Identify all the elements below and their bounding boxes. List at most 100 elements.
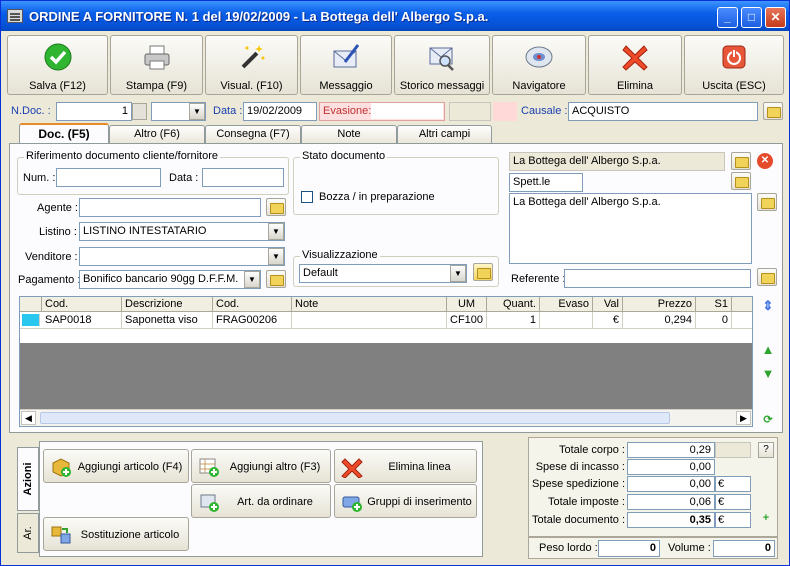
navigator-button[interactable]: Navigatore: [492, 35, 586, 95]
save-button[interactable]: Salva (F12): [7, 35, 108, 95]
cell-s1[interactable]: 0: [696, 312, 732, 329]
exit-button[interactable]: Uscita (ESC): [684, 35, 784, 95]
chevron-down-icon[interactable]: ▼: [268, 248, 284, 265]
spese-spedizione-value[interactable]: 0,00: [627, 476, 715, 492]
cell-evaso[interactable]: [540, 312, 593, 329]
insert-group-button[interactable]: Gruppi di inserimento: [334, 484, 477, 518]
listino-select[interactable]: LISTINO INTESTATARIO: [79, 222, 285, 241]
delete-line-button[interactable]: Elimina linea: [334, 449, 477, 483]
clear-red-x-icon[interactable]: ✕: [757, 153, 773, 169]
spese-incasso-value[interactable]: 0,00: [627, 459, 715, 475]
venditore-select[interactable]: [79, 247, 285, 266]
printer-icon: [144, 45, 169, 70]
add-article-button[interactable]: Aggiungi articolo (F4): [43, 449, 189, 483]
agente-input[interactable]: [79, 198, 261, 217]
cell-cod2[interactable]: FRAG00206: [213, 312, 292, 329]
row-selector[interactable]: [22, 314, 40, 326]
intestatario-address[interactable]: La Bottega dell' Albergo S.p.a.: [509, 193, 752, 264]
actions-panel: Azioni Ar. Aggiungi articolo (F4) Aggiun…: [17, 441, 483, 557]
scroll-right-icon[interactable]: ▶: [736, 411, 751, 425]
help-button[interactable]: ?: [758, 442, 774, 458]
table-row[interactable]: SAP0018 Saponetta viso FRAG00206 CF100 1…: [20, 312, 752, 329]
ndoc-spin-button[interactable]: [132, 103, 147, 120]
col-cod2[interactable]: Cod.: [213, 297, 292, 312]
add-other-button[interactable]: Aggiungi altro (F3): [191, 449, 331, 483]
save-label: Salva (F12): [29, 80, 86, 92]
cell-cod[interactable]: SAP0018: [42, 312, 122, 329]
col-um[interactable]: UM: [447, 297, 487, 312]
visualizzazione-folder-icon[interactable]: [473, 263, 493, 281]
move-updown-icon[interactable]: ⇕: [759, 297, 777, 315]
col-s1[interactable]: S1: [696, 297, 732, 312]
tab-doc[interactable]: Doc. (F5): [19, 123, 109, 145]
pagamento-folder-icon[interactable]: [266, 270, 286, 288]
rif-data-label: Data :: [169, 172, 199, 184]
address-folder-icon[interactable]: [757, 193, 777, 211]
delete-button[interactable]: Elimina: [588, 35, 682, 95]
cell-val[interactable]: €: [593, 312, 623, 329]
move-down-icon[interactable]: ▼: [759, 365, 777, 383]
tab-consegna[interactable]: Consegna (F7): [205, 125, 301, 144]
scroll-thumb[interactable]: [40, 412, 670, 424]
intestatario-title-input[interactable]: Spett.le: [509, 173, 583, 192]
title-bar[interactable]: ORDINE A FORNITORE N. 1 del 19/02/2009 -…: [1, 1, 789, 31]
maximize-button[interactable]: □: [741, 7, 762, 28]
col-cod[interactable]: Cod.: [42, 297, 122, 312]
col-evaso[interactable]: Evaso: [540, 297, 593, 312]
agente-folder-icon[interactable]: [266, 198, 286, 216]
main-toolbar: Salva (F12) Stampa (F9) Visual. (F10) Me…: [7, 35, 785, 97]
chevron-down-icon[interactable]: ▼: [189, 103, 205, 120]
preview-button[interactable]: Visual. (F10): [205, 35, 298, 95]
minimize-button[interactable]: _: [717, 7, 738, 28]
empty-row[interactable]: [20, 329, 752, 343]
tab-azioni[interactable]: Azioni: [17, 447, 39, 511]
cell-prezzo[interactable]: 0,294: [623, 312, 696, 329]
refresh-icon[interactable]: ⟳: [759, 411, 777, 429]
referente-input[interactable]: [564, 269, 751, 288]
rif-num-input[interactable]: [56, 168, 161, 187]
tab-note[interactable]: Note: [301, 125, 397, 144]
scroll-left-icon[interactable]: ◀: [21, 411, 36, 425]
print-button[interactable]: Stampa (F9): [110, 35, 203, 95]
cell-descrizione[interactable]: Saponetta viso: [122, 312, 213, 329]
chevron-down-icon[interactable]: ▼: [244, 271, 260, 288]
totale-documento-value: 0,35: [627, 512, 715, 528]
totale-documento-row: Totale documento : 0,35 € +: [529, 512, 777, 528]
data-input[interactable]: 19/02/2009: [243, 102, 317, 121]
move-up-icon[interactable]: ▲: [759, 341, 777, 359]
causale-folder-icon[interactable]: [763, 102, 783, 120]
cell-um[interactable]: CF100: [447, 312, 487, 329]
add-article-icon: [52, 458, 71, 477]
cell-quant[interactable]: 1: [487, 312, 540, 329]
horizontal-scrollbar[interactable]: ◀ ▶: [20, 409, 752, 426]
cell-note[interactable]: [292, 312, 447, 329]
pagamento-select[interactable]: Bonifico bancario 90gg D.F.F.M.: [79, 270, 261, 289]
referente-folder-icon[interactable]: [757, 268, 777, 286]
message-button[interactable]: Messaggio: [300, 35, 392, 95]
order-article-button[interactable]: Art. da ordinare: [191, 484, 331, 518]
message-history-button[interactable]: Storico messaggi: [394, 35, 490, 95]
ndoc-input[interactable]: 1: [56, 102, 132, 121]
calculator-add-icon[interactable]: +: [758, 512, 774, 528]
col-descrizione[interactable]: Descrizione: [122, 297, 213, 312]
visualizzazione-select[interactable]: Default: [299, 264, 467, 283]
col-prezzo[interactable]: Prezzo: [623, 297, 696, 312]
tab-altro[interactable]: Altro (F6): [109, 125, 205, 144]
listino-label: Listino :: [39, 226, 77, 238]
evasione-input[interactable]: [371, 103, 443, 119]
col-quant[interactable]: Quant.: [487, 297, 540, 312]
bozza-checkbox[interactable]: [301, 191, 313, 203]
causale-input[interactable]: ACQUISTO: [568, 102, 758, 121]
contact-card-icon[interactable]: [731, 172, 751, 190]
tab-ar[interactable]: Ar.: [17, 513, 39, 553]
chevron-down-icon[interactable]: ▼: [268, 223, 284, 240]
rif-data-input[interactable]: [202, 168, 284, 187]
tab-altri-campi[interactable]: Altri campi: [397, 125, 492, 144]
close-button[interactable]: ✕: [765, 7, 786, 28]
agente-label: Agente :: [37, 202, 78, 214]
replace-article-button[interactable]: Sostituzione articolo: [43, 517, 189, 551]
col-val[interactable]: Val: [593, 297, 623, 312]
intestatario-folder-icon[interactable]: [731, 152, 751, 170]
chevron-down-icon[interactable]: ▼: [450, 265, 466, 282]
col-note[interactable]: Note: [292, 297, 447, 312]
